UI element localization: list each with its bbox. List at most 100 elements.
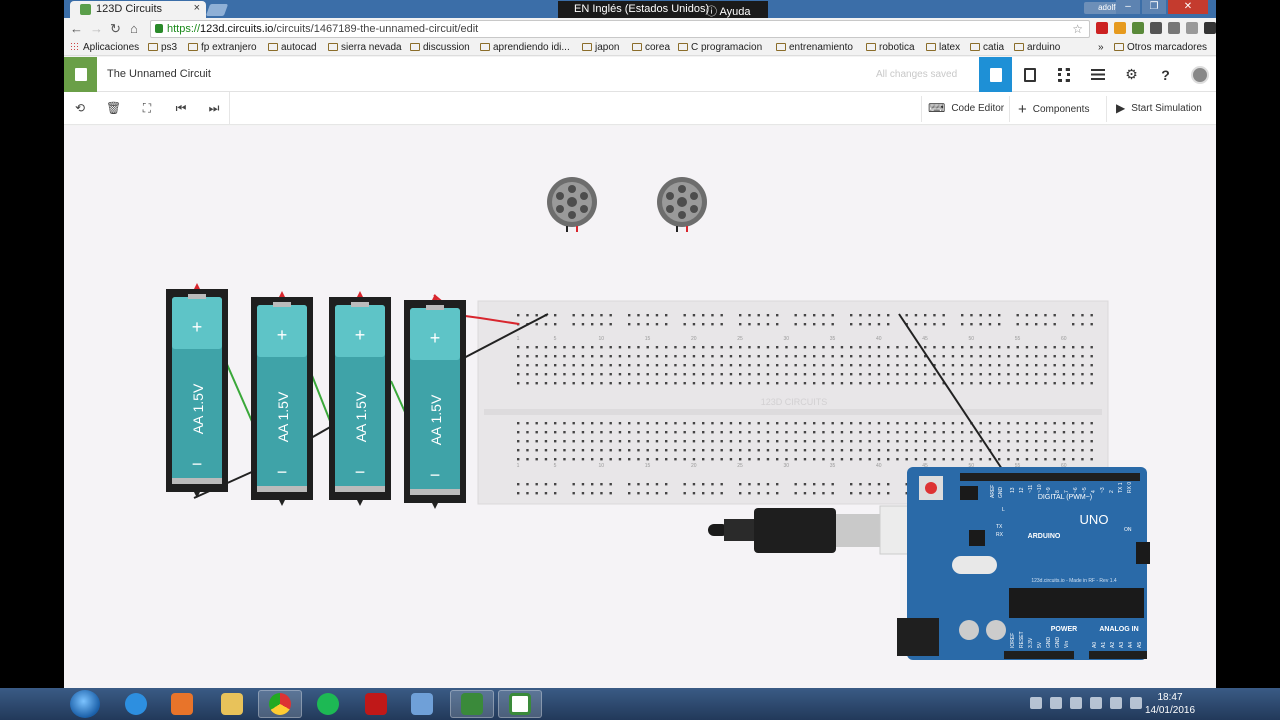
bookmark-item[interactable]: aprendiendo idi... xyxy=(480,42,570,53)
breadboard-hole[interactable] xyxy=(776,364,779,367)
breadboard-hole[interactable] xyxy=(1053,449,1056,452)
breadboard-hole[interactable] xyxy=(1044,364,1047,367)
breadboard-hole[interactable] xyxy=(535,355,538,358)
breadboard-hole[interactable] xyxy=(988,373,992,376)
breadboard-hole[interactable] xyxy=(1081,364,1084,367)
breadboard-rail-hole[interactable] xyxy=(517,314,520,317)
breadboard-rail-hole[interactable] xyxy=(914,314,918,317)
breadboard-hole[interactable] xyxy=(1025,449,1029,452)
bookmark-item[interactable]: C programacion xyxy=(678,42,762,53)
breadboard-hole[interactable] xyxy=(803,355,807,358)
extension-icon[interactable] xyxy=(1204,22,1216,34)
breadboard-hole[interactable] xyxy=(609,346,612,349)
breadboard-hole[interactable] xyxy=(535,440,538,443)
breadboard-hole[interactable] xyxy=(757,364,760,367)
breadboard-hole[interactable] xyxy=(850,346,853,349)
breadboard-hole[interactable] xyxy=(803,458,807,461)
breadboard-hole[interactable] xyxy=(794,431,797,434)
breadboard-hole[interactable] xyxy=(655,355,659,358)
breadboard-hole[interactable] xyxy=(517,458,520,461)
breadboard-hole[interactable] xyxy=(1072,364,1075,367)
bookmark-item[interactable]: arduino xyxy=(1014,42,1060,53)
bookmark-item[interactable]: autocad xyxy=(268,42,317,53)
breadboard-hole[interactable] xyxy=(711,382,714,385)
breadboard-hole[interactable] xyxy=(1090,440,1093,443)
breadboard-rail-hole[interactable] xyxy=(720,314,723,317)
breadboard-hole[interactable] xyxy=(1025,346,1029,349)
breadboard-hole[interactable] xyxy=(887,346,890,349)
breadboard-hole[interactable] xyxy=(1016,449,1019,452)
breadboard-hole[interactable] xyxy=(517,346,520,349)
breadboard-hole[interactable] xyxy=(766,458,770,461)
breadboard-hole[interactable] xyxy=(637,422,640,425)
close-window-icon[interactable]: ✕ xyxy=(1168,0,1208,14)
breadboard-hole[interactable] xyxy=(859,373,862,376)
breadboard-hole[interactable] xyxy=(748,364,751,367)
breadboard-hole[interactable] xyxy=(748,373,751,376)
breadboard-hole[interactable] xyxy=(766,431,770,434)
breadboard-rail-hole[interactable] xyxy=(776,492,779,495)
breadboard-hole[interactable] xyxy=(822,364,825,367)
breadboard-hole[interactable] xyxy=(572,440,575,443)
breadboard-rail-hole[interactable] xyxy=(1035,323,1038,326)
breadboard-hole[interactable] xyxy=(794,346,797,349)
breadboard-hole[interactable] xyxy=(683,422,686,425)
breadboard-hole[interactable] xyxy=(637,382,640,385)
breadboard-rail-hole[interactable] xyxy=(1072,314,1075,317)
breadboard-hole[interactable] xyxy=(757,440,760,443)
breadboard-hole[interactable] xyxy=(618,382,622,385)
breadboard-hole[interactable] xyxy=(905,440,908,443)
new-tab-button[interactable] xyxy=(205,4,229,16)
breadboard-hole[interactable] xyxy=(868,422,871,425)
breadboard-hole[interactable] xyxy=(785,431,788,434)
breadboard-rail-hole[interactable] xyxy=(526,492,529,495)
breadboard-rail-hole[interactable] xyxy=(933,314,936,317)
breadboard-rail-hole[interactable] xyxy=(554,483,557,486)
breadboard-hole[interactable] xyxy=(905,431,908,434)
extension-icon[interactable] xyxy=(1150,22,1162,34)
breadboard-hole[interactable] xyxy=(1016,346,1019,349)
breadboard-hole[interactable] xyxy=(1053,431,1056,434)
breadboard-hole[interactable] xyxy=(933,449,936,452)
breadboard-hole[interactable] xyxy=(1062,458,1066,461)
breadboard-hole[interactable] xyxy=(840,355,844,358)
breadboard-hole[interactable] xyxy=(748,346,751,349)
breadboard-hole[interactable] xyxy=(942,373,945,376)
breadboard-hole[interactable] xyxy=(720,346,723,349)
breadboard-hole[interactable] xyxy=(924,431,927,434)
breadboard-hole[interactable] xyxy=(581,431,585,434)
breadboard-hole[interactable] xyxy=(554,355,557,358)
breadboard-rail-hole[interactable] xyxy=(794,314,797,317)
breadboard-hole[interactable] xyxy=(646,373,649,376)
bookmark-item[interactable]: ps3 xyxy=(148,42,177,53)
breadboard-hole[interactable] xyxy=(628,355,631,358)
breadboard-hole[interactable] xyxy=(970,373,973,376)
breadboard-hole[interactable] xyxy=(1090,364,1093,367)
breadboard-hole[interactable] xyxy=(674,431,677,434)
breadboard-hole[interactable] xyxy=(544,431,548,434)
breadboard-hole[interactable] xyxy=(517,431,520,434)
breadboard-rail-hole[interactable] xyxy=(859,492,862,495)
breadboard-hole[interactable] xyxy=(628,382,631,385)
breadboard-rail-hole[interactable] xyxy=(739,314,742,317)
app-logo[interactable] xyxy=(64,57,97,92)
breadboard-hole[interactable] xyxy=(998,458,1001,461)
breadboard-hole[interactable] xyxy=(813,422,816,425)
breadboard-hole[interactable] xyxy=(979,382,982,385)
breadboard-hole[interactable] xyxy=(813,440,816,443)
breadboard-hole[interactable] xyxy=(988,355,992,358)
breadboard-rail-hole[interactable] xyxy=(757,323,760,326)
breadboard-hole[interactable] xyxy=(914,364,918,367)
breadboard-rail-hole[interactable] xyxy=(637,483,640,486)
breadboard-hole[interactable] xyxy=(961,422,964,425)
start-button[interactable] xyxy=(70,690,100,718)
breadboard-hole[interactable] xyxy=(933,373,936,376)
breadboard-hole[interactable] xyxy=(748,382,751,385)
breadboard-hole[interactable] xyxy=(646,346,649,349)
breadboard-hole[interactable] xyxy=(914,355,918,358)
breadboard-hole[interactable] xyxy=(840,364,844,367)
breadboard-hole[interactable] xyxy=(998,382,1001,385)
breadboard-hole[interactable] xyxy=(998,346,1001,349)
breadboard-rail-hole[interactable] xyxy=(757,483,760,486)
breadboard-hole[interactable] xyxy=(1072,382,1075,385)
